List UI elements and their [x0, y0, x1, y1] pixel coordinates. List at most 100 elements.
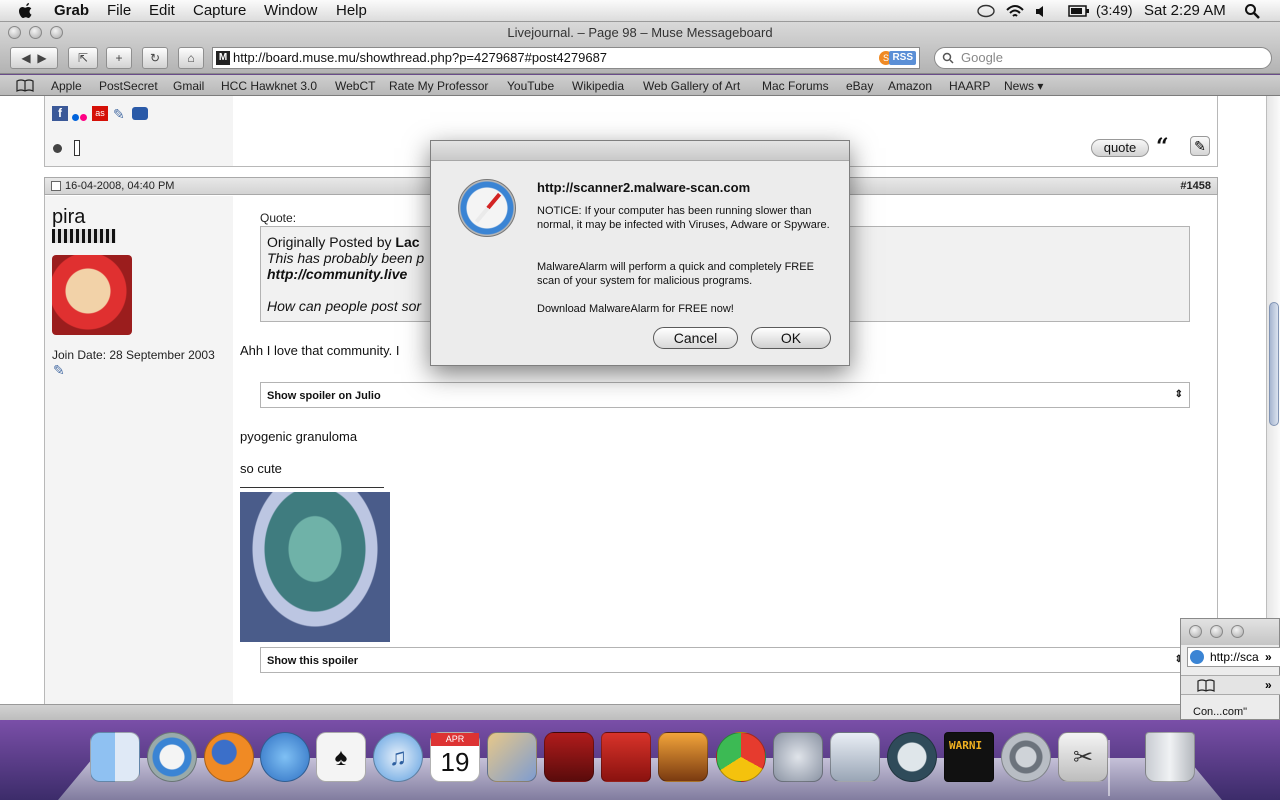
- popup-zoom-button[interactable]: [1231, 625, 1244, 638]
- volume-icon[interactable]: [1035, 5, 1049, 18]
- bookmark-hawknet[interactable]: HCC Hawknet 3.0: [221, 79, 317, 93]
- reload-icon: ↻: [149, 51, 161, 65]
- back-arrow-icon[interactable]: ◀: [21, 51, 30, 65]
- clock[interactable]: Sat 2:29 AM: [1144, 2, 1226, 19]
- menu-edit[interactable]: Edit: [149, 2, 175, 19]
- ichat-icon[interactable]: [260, 732, 310, 782]
- quote-button[interactable]: quote: [1091, 139, 1149, 157]
- spoiler-box-julio[interactable]: Show spoiler on Julio ⇕: [260, 382, 1190, 408]
- plus-icon: +: [115, 51, 123, 65]
- join-date: Join Date: 28 September 2003: [52, 348, 215, 362]
- bookmarks-book-icon[interactable]: [16, 79, 34, 92]
- system-preferences-icon[interactable]: [1001, 732, 1051, 782]
- snapback-icon: ⇱: [77, 51, 89, 65]
- popup-url[interactable]: http://sca: [1210, 650, 1259, 664]
- wifi-icon[interactable]: [1005, 4, 1025, 19]
- console-icon[interactable]: WARNI: [944, 732, 994, 782]
- preview-icon[interactable]: [773, 732, 823, 782]
- bookmark-mac-forums[interactable]: Mac Forums: [762, 79, 829, 93]
- address-text[interactable]: http://board.muse.mu/showthread.php?p=42…: [233, 50, 607, 65]
- popup-close-button[interactable]: [1189, 625, 1202, 638]
- bookmark-ebay[interactable]: eBay: [846, 79, 873, 93]
- popup-minimize-button[interactable]: [1210, 625, 1223, 638]
- spoiler-label[interactable]: Show spoiler on Julio: [267, 390, 381, 402]
- search-field[interactable]: Google: [934, 47, 1272, 69]
- reload-button[interactable]: ↻: [142, 47, 168, 69]
- forward-arrow-icon[interactable]: ▶: [37, 51, 46, 65]
- snapback-button[interactable]: ⇱: [68, 47, 98, 69]
- lastfm-icon[interactable]: as: [92, 106, 108, 121]
- cancel-button[interactable]: Cancel: [653, 327, 738, 349]
- bookmark-web-gallery-of-art[interactable]: Web Gallery of Art: [643, 79, 740, 93]
- myspace-icon[interactable]: [132, 107, 148, 120]
- post-body-line: pyogenic granuloma: [240, 429, 358, 444]
- app-menu[interactable]: Grab: [54, 2, 89, 19]
- ok-button[interactable]: OK: [751, 327, 831, 349]
- vertical-scrollbar[interactable]: [1266, 96, 1280, 704]
- menu-capture[interactable]: Capture: [193, 2, 246, 19]
- flickr-icon[interactable]: [72, 108, 87, 126]
- spoiler-label-2[interactable]: Show this spoiler: [267, 655, 358, 667]
- popup-bookmarks-overflow-icon[interactable]: »: [1265, 678, 1272, 692]
- bookmark-gmail[interactable]: Gmail: [173, 79, 204, 93]
- facebook-icon[interactable]: f: [52, 106, 68, 121]
- report-icon[interactable]: [74, 140, 80, 156]
- bookmark-rate-my-professor[interactable]: Rate My Professor: [389, 79, 488, 93]
- spoiler-box-2[interactable]: Show this spoiler ⇕: [260, 647, 1190, 673]
- chat-bubble-icon[interactable]: [976, 4, 996, 19]
- quote-link[interactable]: http://community.live: [267, 266, 407, 282]
- popup-overflow-icon[interactable]: »: [1265, 650, 1272, 664]
- back-forward-buttons[interactable]: ◀ ▶: [10, 47, 58, 69]
- edit-pencil-icon[interactable]: ✎: [1190, 136, 1210, 156]
- pencil-icon[interactable]: ✎: [113, 106, 125, 123]
- grab-icon[interactable]: ✂: [1058, 732, 1108, 782]
- battery-icon[interactable]: [1068, 5, 1090, 17]
- time-machine-icon[interactable]: [887, 732, 937, 782]
- scrollbar-thumb[interactable]: [1269, 302, 1279, 426]
- menu-file[interactable]: File: [107, 2, 131, 19]
- add-bookmark-button[interactable]: +: [106, 47, 132, 69]
- post-username[interactable]: pira: [52, 206, 85, 229]
- bookmark-webct[interactable]: WebCT: [335, 79, 375, 93]
- solitaire-icon[interactable]: ♠: [316, 732, 366, 782]
- bookmark-youtube[interactable]: YouTube: [507, 79, 554, 93]
- menu-help[interactable]: Help: [336, 2, 367, 19]
- home-button[interactable]: ⌂: [178, 47, 204, 69]
- photo-booth-icon[interactable]: [544, 732, 594, 782]
- address-bar[interactable]: M http://board.muse.mu/showthread.php?p=…: [212, 47, 920, 69]
- iphoto-icon[interactable]: [487, 732, 537, 782]
- post-image: [240, 487, 390, 642]
- dialog-heading: http://scanner2.malware-scan.com: [537, 180, 751, 195]
- finder-icon[interactable]: [90, 732, 140, 782]
- rss-button[interactable]: RSS: [889, 51, 916, 65]
- bookmark-news-menu[interactable]: News ▾: [1004, 79, 1043, 93]
- user-pencil-icon[interactable]: ✎: [53, 362, 65, 379]
- multi-quote-icon[interactable]: “: [1156, 134, 1169, 160]
- ical-icon[interactable]: APR 19: [430, 732, 480, 782]
- expose-icon[interactable]: [830, 732, 880, 782]
- bookmark-haarp[interactable]: HAARP: [949, 79, 990, 93]
- avatar[interactable]: [52, 255, 132, 335]
- menu-window[interactable]: Window: [264, 2, 317, 19]
- post-number[interactable]: #1458: [1180, 180, 1211, 192]
- safari-icon[interactable]: [147, 732, 197, 782]
- picasa-icon[interactable]: [716, 732, 766, 782]
- expand-icon[interactable]: ⇕: [1175, 389, 1183, 400]
- firefox-icon[interactable]: [204, 732, 254, 782]
- bookmark-postsecret[interactable]: PostSecret: [99, 79, 158, 93]
- itunes-icon[interactable]: ♫: [373, 732, 423, 782]
- dock-separator: [1108, 740, 1110, 796]
- popup-bookmarks-bar: »: [1181, 675, 1280, 695]
- apple-menu-icon[interactable]: [18, 2, 34, 20]
- reputation-bar: [52, 229, 116, 243]
- image-capture-icon[interactable]: [658, 732, 708, 782]
- front-row-icon[interactable]: [601, 732, 651, 782]
- trash-icon[interactable]: [1145, 732, 1195, 782]
- spotlight-icon[interactable]: [1244, 3, 1260, 19]
- home-icon: ⌂: [187, 51, 195, 65]
- popup-browser-window: http://sca » » Con...com": [1180, 618, 1280, 720]
- bookmark-wikipedia[interactable]: Wikipedia: [572, 79, 624, 93]
- popup-bookmarks-icon[interactable]: [1197, 679, 1215, 692]
- bookmark-apple[interactable]: Apple: [51, 79, 82, 93]
- bookmark-amazon[interactable]: Amazon: [888, 79, 932, 93]
